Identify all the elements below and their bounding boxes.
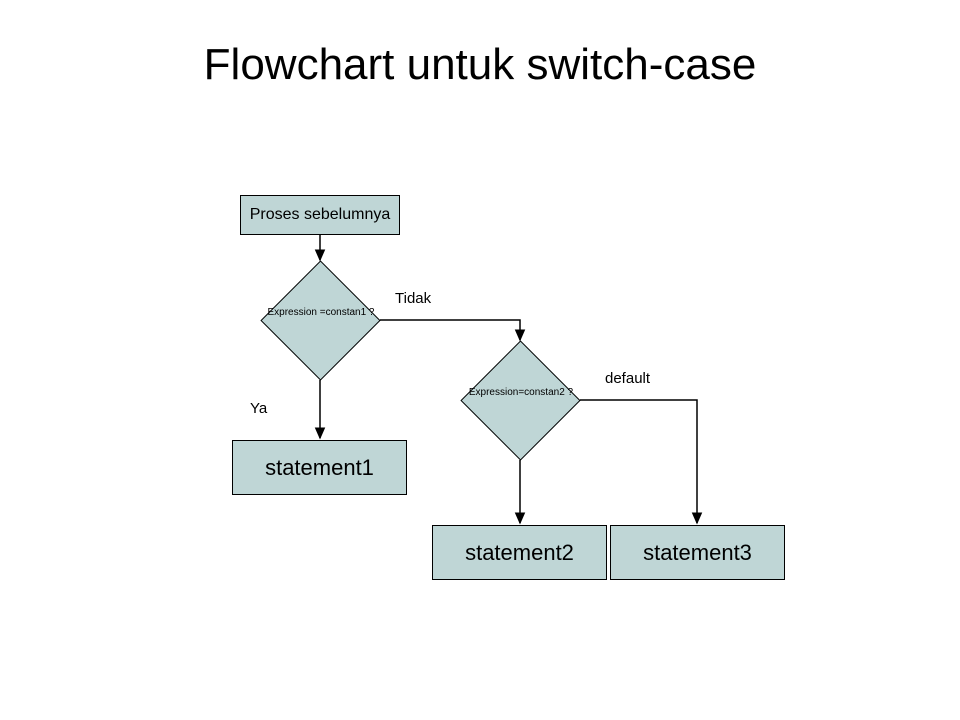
flowchart-connectors: [0, 0, 960, 720]
node-statement3-label: statement3: [643, 540, 752, 566]
page-title: Flowchart untuk switch-case: [0, 40, 960, 90]
node-decision1: [260, 260, 380, 380]
node-decision2: [460, 340, 580, 460]
node-statement2-label: statement2: [465, 540, 574, 566]
node-statement2: statement2: [432, 525, 607, 580]
edge-label-tidak: Tidak: [395, 290, 431, 307]
node-statement3: statement3: [610, 525, 785, 580]
edge-label-ya: Ya: [250, 400, 267, 417]
node-start-label: Proses sebelumnya: [250, 206, 391, 224]
node-statement1: statement1: [232, 440, 407, 495]
edge-label-default: default: [605, 370, 650, 387]
node-start: Proses sebelumnya: [240, 195, 400, 235]
node-statement1-label: statement1: [265, 455, 374, 481]
